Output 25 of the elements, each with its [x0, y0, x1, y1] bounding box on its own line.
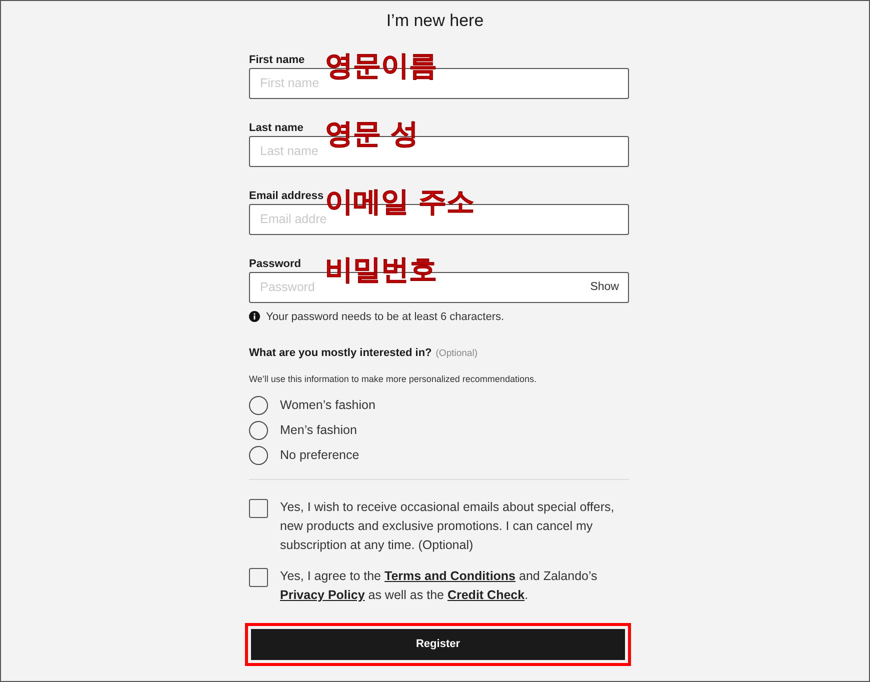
radio-label: No preference — [280, 447, 360, 464]
radio-label: Men’s fashion — [280, 422, 357, 440]
consent-text: Yes, I wish to receive occasional emails about special offers, new products and exclusive promotions. I can cancel my subscription at any time. (Optional) — [280, 499, 616, 554]
password-hint: Your password needs to be at least 6 characters. — [266, 310, 504, 324]
interest-note: We’ll use this information to make more personalized recommendations. — [249, 372, 538, 386]
consent-link[interactable]: Terms and Conditions — [384, 569, 516, 583]
consent-link[interactable]: Credit Check — [447, 588, 525, 602]
optional-label: (Optional) — [436, 347, 478, 361]
interest-question: What are you mostly interested in? — [249, 346, 432, 361]
info-icon — [249, 311, 260, 322]
field-label: Email address — [249, 188, 324, 204]
consent-text: Yes, I agree to the Terms and Conditions and Zalando’s Privacy Policy as well as the Credit Check. — [280, 568, 598, 604]
show-password-button[interactable]: Show — [590, 280, 619, 294]
field-label: Password — [249, 256, 301, 272]
radio-button[interactable] — [249, 396, 268, 415]
radio-button[interactable] — [249, 421, 268, 440]
radio-label: Women’s fashion — [280, 397, 376, 414]
radio-button[interactable] — [249, 446, 268, 465]
checkbox[interactable] — [249, 499, 268, 518]
field-label: First name — [249, 52, 305, 68]
register-button[interactable]: Register — [251, 629, 625, 660]
consent-link[interactable]: Privacy Policy — [280, 588, 365, 602]
page-title: I’m new here — [386, 10, 484, 32]
field-label: Last name — [249, 120, 304, 136]
checkbox[interactable] — [249, 568, 268, 587]
